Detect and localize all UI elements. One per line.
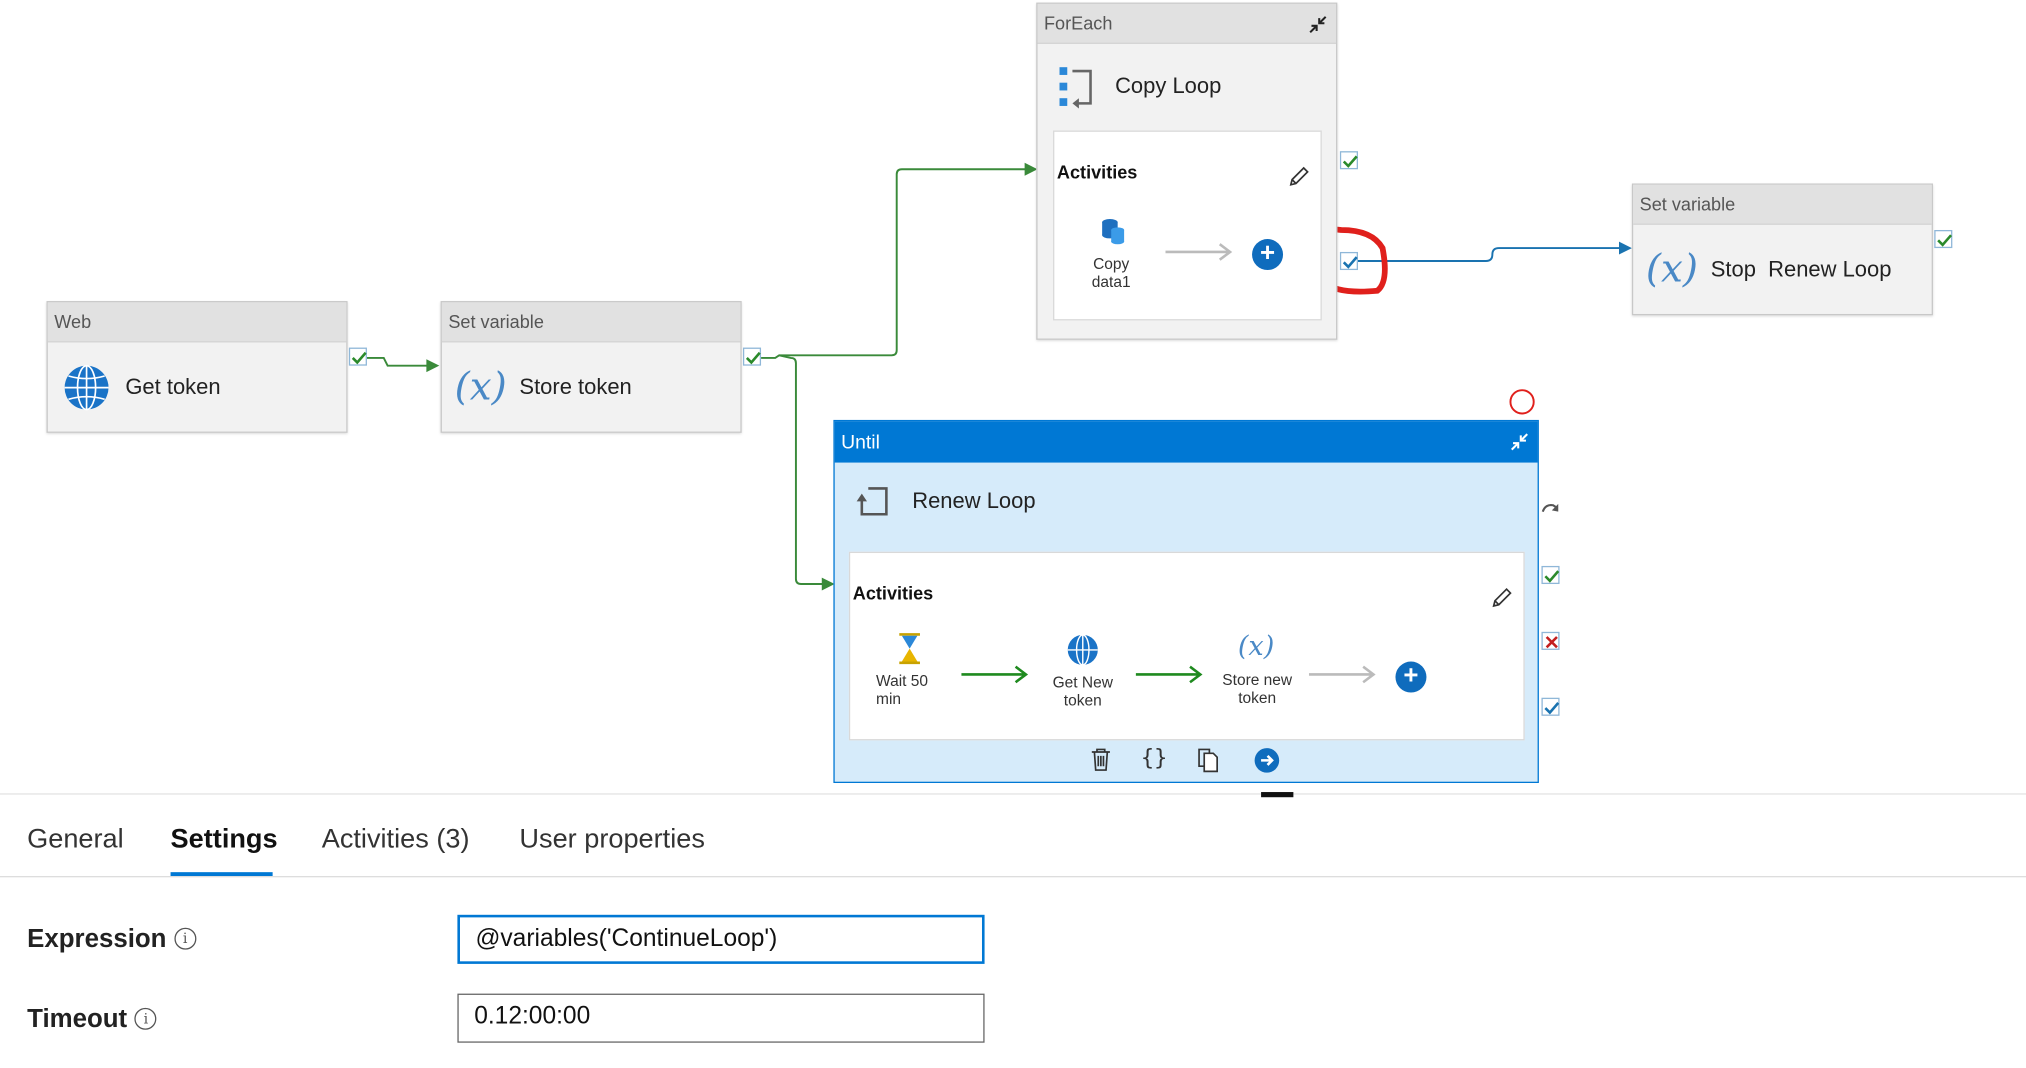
timeout-input[interactable]: 0.12:00:00 xyxy=(457,993,985,1043)
node-title: Stop Renew Loop xyxy=(1710,256,1892,282)
connector-web-to-store xyxy=(366,356,437,367)
stop-renew-loop-node[interactable]: Set variable (x) Stop Renew Loop xyxy=(1631,183,1933,316)
node-title: Copy Loop xyxy=(1115,73,1222,99)
until-node[interactable]: Until Renew Loop Activities Wait 50 min xyxy=(833,419,1539,784)
timeout-label-text: Timeout xyxy=(27,1005,128,1034)
foreach-icon xyxy=(1050,61,1102,113)
tab-user-properties[interactable]: User properties xyxy=(519,824,704,855)
edit-pencil-icon[interactable] xyxy=(1490,587,1513,617)
node-type-label: Set variable xyxy=(441,302,741,343)
info-icon[interactable]: i xyxy=(134,1007,157,1030)
code-braces-icon[interactable]: {} xyxy=(1141,746,1167,772)
gray-arrow xyxy=(1165,243,1233,261)
hourglass-icon xyxy=(897,632,923,672)
store-token-node[interactable]: Set variable (x) Store token xyxy=(440,301,742,433)
add-activity-button[interactable]: + xyxy=(1395,661,1427,693)
until-loop-icon xyxy=(848,475,900,527)
green-arrow xyxy=(1135,665,1203,684)
node-title: Get token xyxy=(125,374,221,399)
completion-checkbox[interactable] xyxy=(1339,251,1358,271)
database-icon xyxy=(1098,216,1129,253)
collapse-icon[interactable] xyxy=(1507,429,1533,455)
panel-divider[interactable] xyxy=(0,793,2026,795)
foreach-node[interactable]: ForEach Copy Loop Activities Copy data1 … xyxy=(1036,2,1338,340)
success-checkbox[interactable] xyxy=(1339,151,1358,170)
timeout-label: Timeout i xyxy=(27,1005,157,1035)
variable-icon: (x) xyxy=(1645,246,1699,293)
expression-input[interactable]: @variables('ContinueLoop') xyxy=(457,914,985,964)
node-type-label: Set variable xyxy=(1633,184,1932,225)
skip-icon[interactable] xyxy=(1540,499,1561,520)
variable-icon: (x) xyxy=(454,364,507,410)
node-title: Store token xyxy=(519,374,632,399)
add-activity-button[interactable]: + xyxy=(1252,239,1284,271)
go-arrow-icon[interactable] xyxy=(1254,748,1280,773)
delete-icon[interactable] xyxy=(1089,747,1112,779)
gray-arrow xyxy=(1308,665,1376,684)
success-checkbox[interactable] xyxy=(1541,565,1560,585)
tabs-divider xyxy=(0,876,2026,878)
failure-checkbox[interactable] xyxy=(1541,631,1560,650)
node-type-label: Until xyxy=(834,421,1538,463)
tab-settings[interactable]: Settings xyxy=(171,824,278,855)
expression-label-text: Expression xyxy=(27,925,167,954)
globe-icon xyxy=(1066,633,1100,673)
tab-activities[interactable]: Activities (3) xyxy=(322,824,470,855)
connector-foreach-to-stop xyxy=(1356,247,1622,262)
error-indicator-circle xyxy=(1509,389,1535,415)
copy-icon[interactable] xyxy=(1195,747,1221,779)
activities-label: Activities xyxy=(852,582,934,604)
activities-label: Activities xyxy=(1056,161,1138,183)
completion-checkbox[interactable] xyxy=(1541,697,1560,716)
expression-label: Expression i xyxy=(27,925,197,955)
success-checkbox[interactable] xyxy=(348,347,367,366)
globe-icon xyxy=(61,361,113,413)
edit-pencil-icon[interactable] xyxy=(1287,165,1310,195)
copy-data-label: Copy data1 xyxy=(1091,254,1131,291)
store-new-token-label: Store new token xyxy=(1222,670,1293,707)
wait-activity-label: Wait 50 min xyxy=(876,671,929,709)
collapse-icon[interactable] xyxy=(1305,12,1331,38)
connector-store-to-until xyxy=(778,354,825,585)
get-new-token-label: Get New token xyxy=(1052,673,1113,710)
resize-handle[interactable] xyxy=(1261,792,1294,798)
tab-general[interactable]: General xyxy=(27,824,124,855)
node-type-label: ForEach xyxy=(1037,3,1337,44)
node-type-label: Web xyxy=(47,302,347,343)
info-icon[interactable]: i xyxy=(174,927,197,950)
variable-icon: (x) xyxy=(1237,630,1275,662)
until-activities-panel: Activities Wait 50 min Get New token (x)… xyxy=(848,551,1525,741)
green-arrow xyxy=(961,665,1029,684)
node-title: Renew Loop xyxy=(912,488,1036,513)
success-checkbox[interactable] xyxy=(742,347,762,366)
foreach-activities-panel: Activities Copy data1 + xyxy=(1053,130,1322,321)
success-checkbox[interactable] xyxy=(1934,229,1953,249)
web-activity-node[interactable]: Web Get token xyxy=(46,301,348,433)
connector-store-to-foreach xyxy=(761,168,1028,359)
